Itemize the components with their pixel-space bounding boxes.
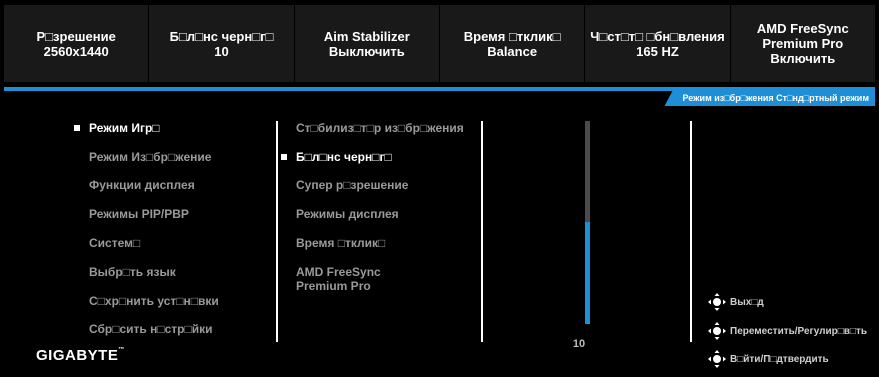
menu-item-picture[interactable]: Режим Из□бр□жение xyxy=(89,150,211,164)
selection-bullet xyxy=(74,125,80,131)
joystick-icon xyxy=(708,350,726,368)
slider-value: 10 xyxy=(572,338,586,350)
menu-item-system[interactable]: Систем□ xyxy=(89,236,140,250)
menu-item-pip-pbp[interactable]: Режимы PIP/PBP xyxy=(89,207,189,221)
brand-logo: GIGABYTE™ xyxy=(36,347,125,364)
joystick-icon xyxy=(708,322,726,340)
status-aim-stabilizer: Aim Stabilizer Выключить xyxy=(293,5,439,82)
hint-label: Переместить/Регулир□в□ть xyxy=(730,325,868,337)
header-divider xyxy=(4,87,875,91)
menu-item-gaming[interactable]: Режим Игр□ xyxy=(89,121,160,135)
column-divider xyxy=(276,121,278,342)
submenu-item-aim-stabilizer[interactable]: Ст□билиз□т□р из□бр□жения xyxy=(296,121,464,135)
hint-label: В□йти/П□дтвердить xyxy=(730,353,829,365)
menu-item-language[interactable]: Выбр□ть язык xyxy=(89,265,176,279)
hint-label: Вых□д xyxy=(730,296,764,308)
menu-item-save-settings[interactable]: С□хр□нить уст□н□вки xyxy=(89,294,219,308)
status-freesync: AMD FreeSync Premium Pro Включить xyxy=(729,5,875,82)
hint-enter-confirm: В□йти/П□дтвердить xyxy=(708,350,829,368)
submenu-item-super-resolution[interactable]: Супер р□зрешение xyxy=(296,178,408,192)
selection-bullet xyxy=(281,154,287,160)
column-divider xyxy=(481,121,483,342)
status-response-time: Время □тклик□ Balance xyxy=(438,5,584,82)
status-resolution: Р□зрешение 2560x1440 xyxy=(36,28,116,59)
menu-item-display[interactable]: Функции дисплея xyxy=(89,178,195,192)
status-black-equalizer: Б□л□нс черн□г□ 10 xyxy=(148,5,293,82)
column-divider xyxy=(690,121,692,342)
submenu-item-black-equalizer[interactable]: Б□л□нс черн□г□ xyxy=(296,150,392,164)
slider-fill xyxy=(585,222,590,324)
status-bar: Р□зрешение 2560x1440 Б□л□нс черн□г□ 10 A… xyxy=(4,5,875,82)
menu-item-reset[interactable]: Сбр□сить н□стр□йки xyxy=(89,322,213,336)
status-refresh-rate: Ч□ст□т□ □бн□вления 165 HZ xyxy=(584,5,729,82)
picture-mode-badge: Режим из□бр□жения Ст□нд□ртный режим xyxy=(664,91,875,106)
submenu-item-freesync[interactable]: AMD FreeSync Premium Pro xyxy=(296,265,381,293)
submenu-item-response-time[interactable]: Время □тклик□ xyxy=(296,236,385,250)
hint-move-adjust: Переместить/Регулир□в□ть xyxy=(708,322,867,340)
hint-exit: Вых□д xyxy=(708,293,764,311)
submenu-item-display-mode[interactable]: Режимы дисплея xyxy=(296,207,399,221)
joystick-icon xyxy=(708,293,726,311)
